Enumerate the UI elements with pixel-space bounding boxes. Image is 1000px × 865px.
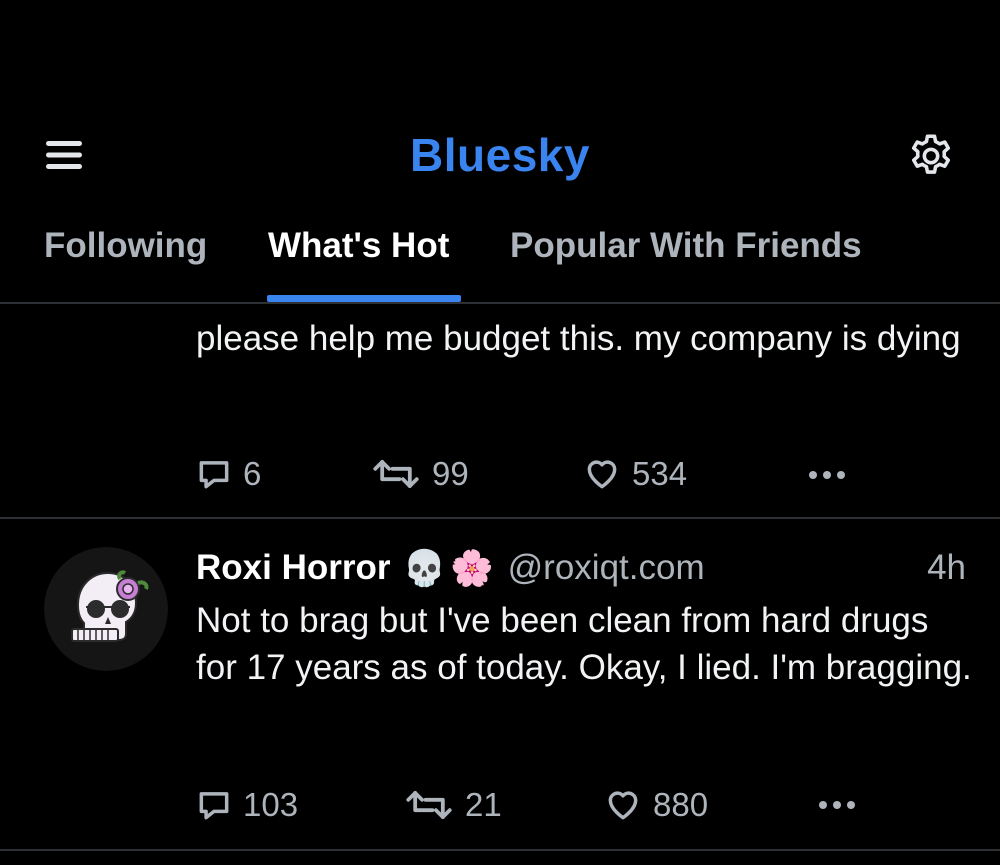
reply-icon	[199, 792, 229, 820]
tab-following[interactable]: Following	[44, 226, 207, 266]
post-author-line: Roxi Horror 💀 🌸 @roxiqt.com 4h	[196, 543, 966, 593]
header-divider	[0, 302, 1000, 304]
repost-icon	[406, 791, 452, 819]
repost-button[interactable]: 21	[403, 783, 502, 827]
active-tab-indicator	[267, 295, 461, 302]
more-options-icon[interactable]	[805, 465, 849, 485]
skull-emoji: 💀	[402, 548, 447, 588]
avatar[interactable]	[44, 547, 168, 671]
like-count: 880	[653, 786, 709, 823]
tab-whats-hot[interactable]: What's Hot	[268, 226, 449, 266]
like-count: 534	[632, 455, 688, 492]
like-button[interactable]: 534	[582, 452, 687, 496]
more-options-icon[interactable]	[815, 795, 859, 815]
tab-popular-with-friends[interactable]: Popular With Friends	[510, 226, 862, 266]
repost-count: 21	[465, 786, 502, 823]
heart-icon	[587, 460, 617, 489]
reply-button[interactable]: 6	[195, 452, 261, 496]
repost-count: 99	[432, 455, 469, 492]
reply-button[interactable]: 103	[195, 783, 298, 827]
reply-count: 6	[243, 455, 262, 492]
post-divider	[0, 849, 1000, 851]
skull-avatar-icon	[44, 547, 168, 671]
reply-count: 103	[243, 786, 299, 823]
post-text: please help me budget this. my company i…	[196, 319, 961, 358]
gear-icon[interactable]	[906, 131, 956, 181]
author-handle[interactable]: @roxiqt.com	[508, 548, 705, 588]
post-timestamp[interactable]: 4h	[927, 548, 966, 588]
app-title: Bluesky	[410, 129, 590, 181]
heart-icon	[608, 791, 638, 820]
repost-button[interactable]: 99	[370, 452, 469, 496]
repost-icon	[373, 460, 419, 488]
post-text: Not to brag but I've been clean from har…	[196, 601, 972, 687]
reply-icon	[199, 461, 229, 489]
like-button[interactable]: 880	[603, 783, 708, 827]
post-divider	[0, 517, 1000, 519]
author-name[interactable]: Roxi Horror	[196, 548, 390, 588]
app-header: Bluesky Following What's Hot Popular Wit…	[0, 0, 1000, 305]
flower-emoji: 🌸	[450, 548, 494, 588]
